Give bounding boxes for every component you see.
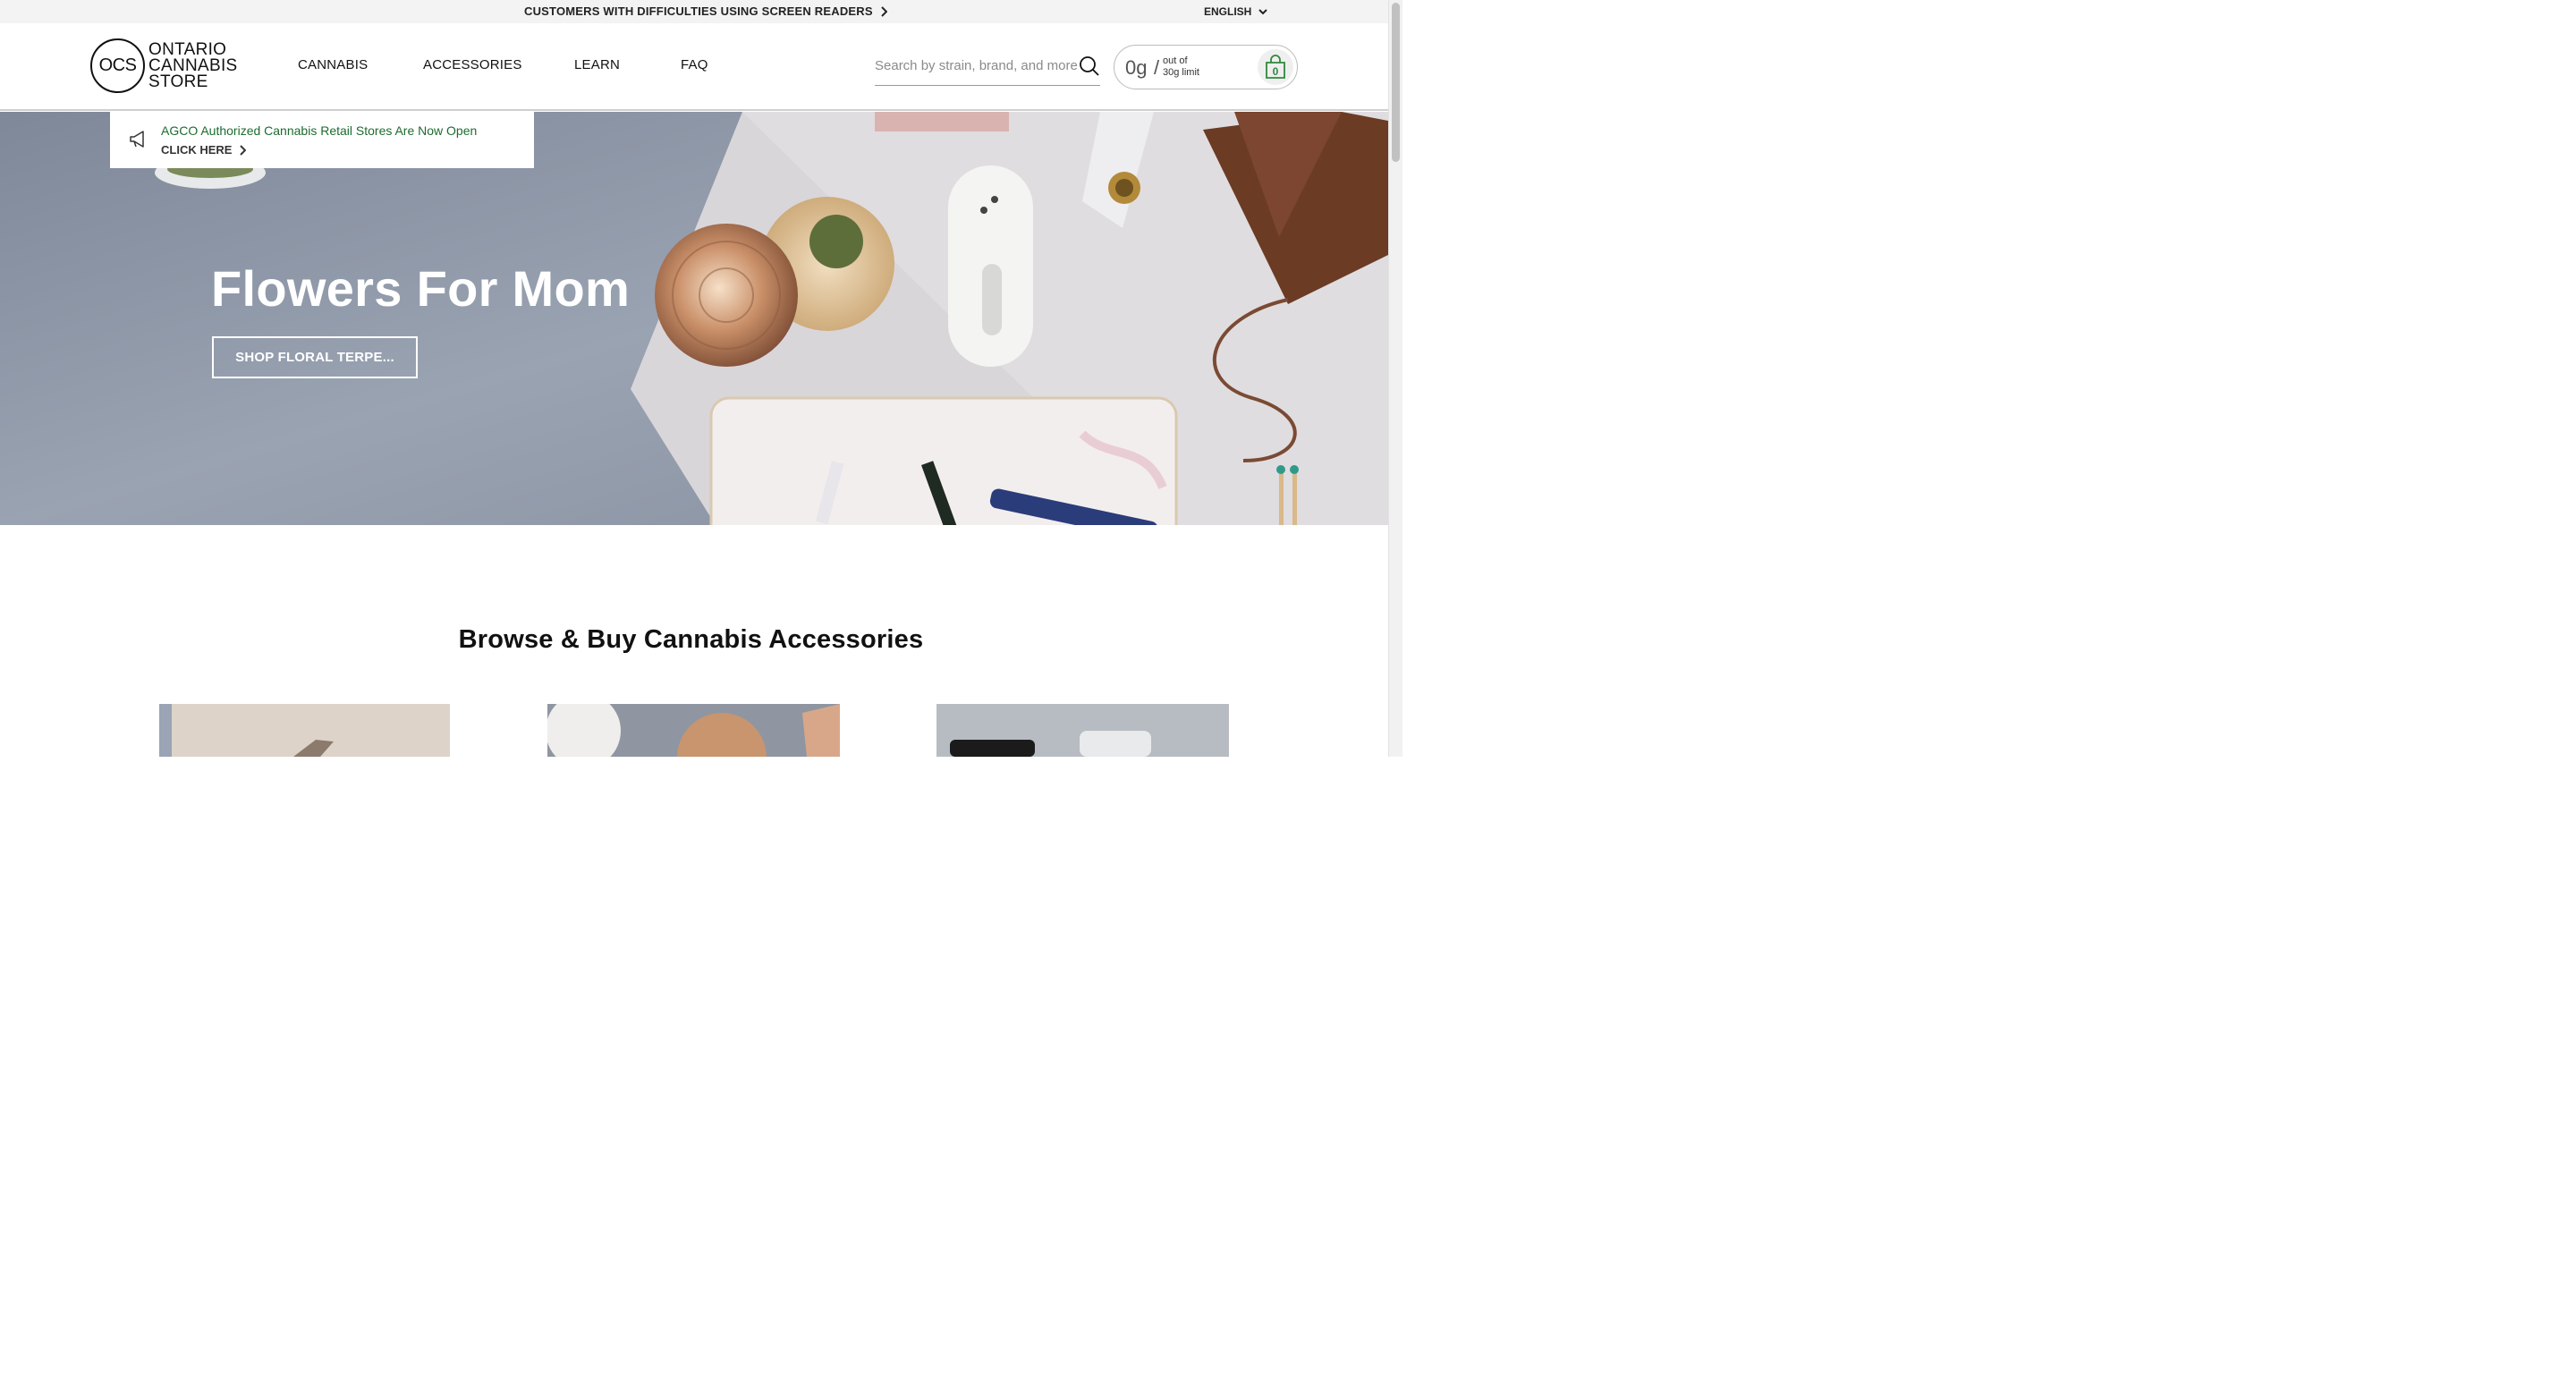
chevron-right-icon bbox=[881, 5, 887, 17]
search-input[interactable] bbox=[875, 54, 1079, 73]
nav-accessories[interactable]: ACCESSORIES bbox=[423, 57, 522, 72]
megaphone-icon bbox=[130, 131, 144, 148]
accessory-card-2[interactable] bbox=[547, 704, 840, 757]
announcement-cta-label: CLICK HERE bbox=[161, 143, 233, 157]
accessory-card-1[interactable] bbox=[159, 704, 450, 757]
accessory-image-1 bbox=[159, 704, 450, 757]
cart-button[interactable]: 0 bbox=[1258, 49, 1293, 85]
search-icon[interactable] bbox=[1079, 55, 1100, 77]
cart-count: 0 bbox=[1273, 65, 1279, 78]
section-title: Browse & Buy Cannabis Accessories bbox=[458, 625, 924, 654]
accessory-image-2 bbox=[547, 704, 840, 757]
hero-image bbox=[0, 112, 1388, 525]
purchase-limit-widget: 0g / out of 30g limit 0 bbox=[1114, 45, 1298, 89]
nav-cannabis[interactable]: CANNABIS bbox=[298, 57, 368, 72]
screen-reader-help-label: CUSTOMERS WITH DIFFICULTIES USING SCREEN… bbox=[524, 4, 873, 18]
hero-banner: AGCO Authorized Cannabis Retail Stores A… bbox=[0, 112, 1388, 525]
page-scrollbar[interactable] bbox=[1388, 0, 1402, 757]
chevron-right-icon bbox=[240, 144, 247, 156]
accessory-card-3[interactable] bbox=[936, 704, 1229, 757]
accessory-image-3 bbox=[936, 704, 1229, 757]
limit-text: out of 30g limit bbox=[1163, 55, 1199, 78]
limit-separator: / bbox=[1154, 56, 1160, 79]
logo-wordmark: ONTARIO CANNABIS STORE bbox=[148, 39, 238, 91]
ocs-logo[interactable]: OCS ONTARIO CANNABIS STORE bbox=[90, 38, 238, 93]
announcement-title: AGCO Authorized Cannabis Retail Stores A… bbox=[161, 123, 478, 138]
logo-mark: OCS bbox=[90, 38, 145, 93]
scrollbar-thumb[interactable] bbox=[1392, 3, 1400, 162]
screen-reader-help-link[interactable]: CUSTOMERS WITH DIFFICULTIES USING SCREEN… bbox=[524, 4, 887, 18]
language-label: ENGLISH bbox=[1204, 5, 1252, 18]
chevron-down-icon bbox=[1258, 9, 1268, 15]
limit-amount: 0g bbox=[1125, 56, 1148, 79]
hero-heading: Flowers For Mom bbox=[211, 260, 631, 317]
announcement-cta[interactable]: CLICK HERE bbox=[161, 143, 247, 157]
nav-faq[interactable]: FAQ bbox=[681, 57, 708, 72]
search-box bbox=[875, 54, 1100, 86]
site-header: OCS ONTARIO CANNABIS STORE CANNABIS ACCE… bbox=[0, 23, 1388, 111]
accessibility-bar: CUSTOMERS WITH DIFFICULTIES USING SCREEN… bbox=[0, 0, 1388, 23]
shopping-bag-icon: 0 bbox=[1266, 55, 1285, 79]
nav-learn[interactable]: LEARN bbox=[574, 57, 620, 72]
shop-floral-terpenes-button[interactable]: SHOP FLORAL TERPE... bbox=[212, 336, 418, 378]
announcement-banner[interactable]: AGCO Authorized Cannabis Retail Stores A… bbox=[110, 112, 534, 168]
language-selector[interactable]: ENGLISH bbox=[1204, 5, 1268, 18]
